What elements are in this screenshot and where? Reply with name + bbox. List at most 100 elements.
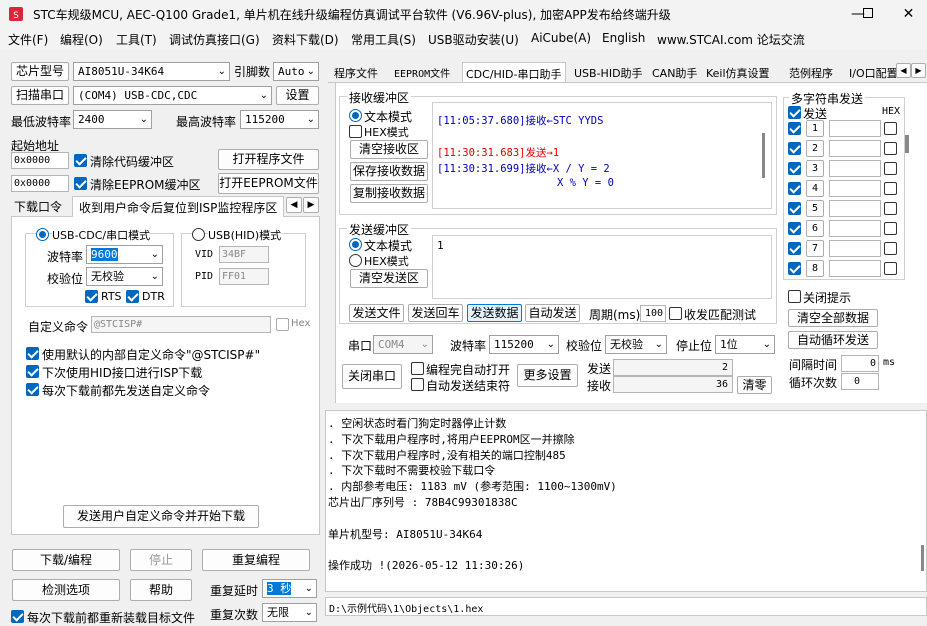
menu-debug[interactable]: 调试仿真接口(G) [169,31,260,48]
stop-button[interactable]: 停止 [130,549,192,571]
multi-scrollbar[interactable] [905,135,909,153]
multi-row-input[interactable] [829,240,881,257]
loop-count-input[interactable]: 0 [841,373,879,390]
clear-all-data-button[interactable]: 清空全部数据 [788,309,878,327]
custom-command-input[interactable]: @STCISP# [91,316,271,333]
send-text-mode-radio[interactable] [349,238,362,251]
open-eeprom-file-button[interactable]: 打开EEPROM文件 [218,173,319,194]
multi-row-input[interactable] [829,220,881,237]
send-file-button[interactable]: 发送文件 [349,304,404,322]
multi-row-input[interactable] [829,180,881,197]
settings-button[interactable]: 设置 [276,86,319,105]
tab-keil-sim[interactable]: Keil仿真设置 [703,62,773,82]
stop-bits-select[interactable]: 1位 ⌄ [715,335,775,354]
chip-type-label[interactable]: 芯片型号 [11,62,69,81]
auto-end-checkbox[interactable] [411,378,424,391]
open-program-file-button[interactable]: 打开程序文件 [218,149,319,170]
detect-options-button[interactable]: 检测选项 [12,579,120,601]
close-window-button[interactable]: ✕ [890,0,927,28]
pid-input[interactable]: FF01 [219,268,269,285]
scan-port-button[interactable]: 扫描串口 [11,86,69,105]
receive-scrollbar[interactable] [762,133,765,178]
multi-row-number-button[interactable]: 2 [806,140,824,157]
maximize-button[interactable] [845,0,891,28]
multi-row-input[interactable] [829,200,881,217]
tab-scroll-right-icon[interactable]: ▶ [911,63,926,78]
pins-select[interactable]: Auto ⌄ [273,62,319,81]
usb-hid-radio[interactable] [192,228,205,241]
tab-eeprom-file[interactable]: EEPROM文件 [391,62,453,82]
clear-count-button[interactable]: 清零 [737,376,772,394]
min-baud-select[interactable]: 2400 ⌄ [73,110,152,129]
parity-select[interactable]: 无校验 ⌄ [86,267,163,286]
send-cr-button[interactable]: 发送回车 [408,304,463,322]
send-before-download-checkbox[interactable] [26,383,39,396]
menu-common-tools[interactable]: 常用工具(S) [351,31,416,48]
multi-send-all-checkbox[interactable] [788,106,801,119]
repeat-delay-select[interactable]: 3 秒 ⌄ [262,579,317,598]
period-input[interactable]: 100 [640,305,666,322]
eeprom-address-input[interactable]: 0x0000 [11,175,69,192]
multi-row-input[interactable] [829,140,881,157]
hex-checkbox[interactable] [276,318,289,331]
match-test-checkbox[interactable] [669,307,682,320]
close-tip-checkbox[interactable] [788,290,801,303]
clear-code-checkbox[interactable] [74,154,87,167]
multi-row-hex-checkbox[interactable] [884,162,897,175]
repeat-count-select[interactable]: 无限 ⌄ [262,603,317,622]
port-select[interactable]: (COM4) USB-CDC,CDC ⌄ [73,86,272,105]
multi-row-number-button[interactable]: 1 [806,120,824,137]
multi-row-hex-checkbox[interactable] [884,142,897,155]
copy-receive-button[interactable]: 复制接收数据 [350,184,428,203]
clear-receive-button[interactable]: 清空接收区 [350,140,428,159]
tab-download-password[interactable]: 下载口令 [14,198,62,215]
multi-row-number-button[interactable]: 4 [806,180,824,197]
menu-download[interactable]: 资料下载(D) [272,31,339,48]
save-receive-button[interactable]: 保存接收数据 [350,162,428,181]
clear-send-button[interactable]: 清空发送区 [350,269,428,288]
log-scrollbar[interactable] [921,545,924,571]
auto-send-button[interactable]: 自动发送 [525,304,580,322]
menu-tools[interactable]: 工具(T) [116,31,157,48]
menu-usb-driver[interactable]: USB驱动安装(U) [428,31,519,48]
multi-row-send-checkbox[interactable] [788,262,801,275]
clear-eeprom-checkbox[interactable] [74,177,87,190]
send-hex-mode-radio[interactable] [349,254,362,267]
close-serial-button[interactable]: 关闭串口 [342,364,402,389]
more-settings-button[interactable]: 更多设置 [517,364,578,387]
menu-file[interactable]: 文件(F) [8,31,48,48]
recv-text-mode-radio[interactable] [349,109,362,122]
multi-row-number-button[interactable]: 8 [806,260,824,277]
multi-row-input[interactable] [829,260,881,277]
multi-row-hex-checkbox[interactable] [884,242,897,255]
auto-open-checkbox[interactable] [411,362,424,375]
multi-row-send-checkbox[interactable] [788,182,801,195]
tab-scroll-left-icon[interactable]: ◀ [896,63,911,78]
serial-baud-select[interactable]: 115200 ⌄ [489,335,559,354]
tab-scroll-right-icon[interactable]: ▶ [303,197,319,213]
multi-row-number-button[interactable]: 7 [806,240,824,257]
dtr-checkbox[interactable] [126,290,139,303]
multi-row-send-checkbox[interactable] [788,202,801,215]
usb-cdc-radio[interactable] [36,228,49,241]
multi-row-send-checkbox[interactable] [788,162,801,175]
tab-examples[interactable]: 范例程序 [786,62,836,82]
tab-usb-hid[interactable]: USB-HID助手 [571,62,646,82]
help-button[interactable]: 帮助 [130,579,192,601]
tab-can[interactable]: CAN助手 [649,62,700,82]
multi-row-send-checkbox[interactable] [788,242,801,255]
tab-io-config[interactable]: I/O口配置 [846,62,896,82]
rts-checkbox[interactable] [85,290,98,303]
repeat-program-button[interactable]: 重复编程 [202,549,310,571]
multi-row-send-checkbox[interactable] [788,142,801,155]
receive-text-area[interactable]: [11:05:37.680]接收←STC YYDS [11:30:31.683]… [432,102,772,209]
reload-target-checkbox[interactable] [11,610,24,623]
multi-row-hex-checkbox[interactable] [884,182,897,195]
tab-program-file[interactable]: 程序文件 [331,62,381,82]
send-text-area[interactable]: 1 [432,235,772,299]
menu-aicube[interactable]: AiCube(A) [531,31,591,45]
interval-input[interactable]: 0 [841,355,879,372]
multi-row-send-checkbox[interactable] [788,222,801,235]
multi-row-hex-checkbox[interactable] [884,222,897,235]
multi-row-number-button[interactable]: 5 [806,200,824,217]
